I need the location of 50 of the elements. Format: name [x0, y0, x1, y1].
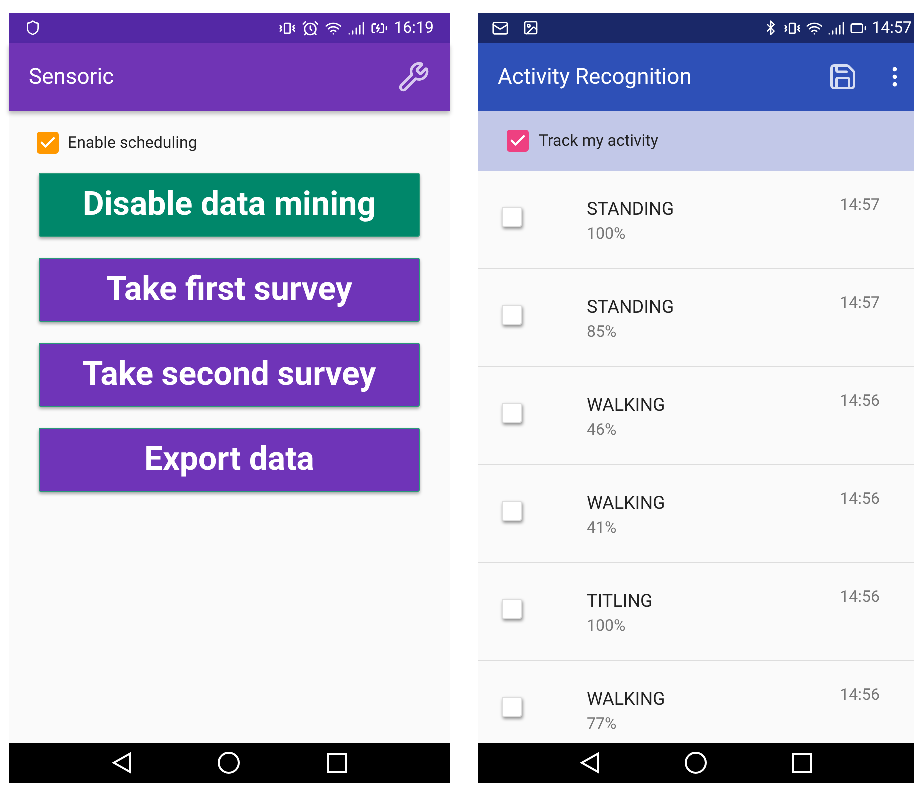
home-icon[interactable]	[684, 751, 708, 775]
activity-name: WALKING	[586, 689, 666, 711]
action-button[interactable]: Export data	[39, 428, 420, 492]
recents-icon[interactable]	[327, 753, 348, 773]
checkbox[interactable]	[502, 697, 522, 717]
signal-icon	[348, 20, 366, 36]
status-time: 16:19	[394, 17, 434, 39]
activity-name: WALKING	[586, 395, 666, 417]
activity-time: 14:57	[840, 194, 881, 216]
action-button[interactable]: Take first survey	[39, 258, 420, 322]
activity-name: WALKING	[586, 493, 666, 515]
checkbox[interactable]	[502, 305, 522, 325]
checkbox[interactable]	[37, 132, 59, 154]
wrench-icon[interactable]	[398, 61, 430, 93]
recents-icon[interactable]	[792, 753, 812, 773]
activity-confidence: 41%	[586, 517, 618, 539]
app-title: Sensoric	[29, 64, 114, 92]
shield-icon	[25, 20, 41, 36]
mail-icon	[492, 20, 509, 36]
alarm-icon	[302, 20, 320, 36]
action-button[interactable]: Disable data mining	[39, 173, 420, 237]
activity-confidence: 100%	[586, 223, 627, 245]
status-time: 14:57	[872, 17, 912, 39]
activity-confidence: 46%	[586, 419, 618, 441]
image-icon	[522, 20, 539, 36]
home-icon[interactable]	[217, 751, 242, 775]
action-button[interactable]: Take second survey	[39, 343, 420, 407]
activity-time: 14:56	[840, 390, 881, 412]
activity-time: 14:56	[840, 684, 881, 706]
checkbox[interactable]	[502, 599, 522, 619]
checkbox-label: Enable scheduling	[68, 132, 198, 154]
app-title: Activity Recognition	[498, 64, 692, 92]
back-icon[interactable]	[112, 752, 132, 774]
checkbox[interactable]	[502, 403, 522, 423]
signal-icon	[828, 20, 846, 36]
activity-time: 14:56	[840, 586, 881, 608]
checkbox[interactable]	[502, 207, 522, 227]
activity-confidence: 77%	[586, 713, 618, 735]
checkbox-label: Track my activity	[538, 130, 658, 152]
save-icon[interactable]	[828, 62, 858, 92]
activity-time: 14:56	[840, 488, 881, 510]
activity-name: TITLING	[586, 591, 654, 613]
activity-name: STANDING	[586, 199, 676, 221]
activity-confidence: 85%	[586, 321, 618, 343]
activity-time: 14:57	[840, 292, 881, 314]
back-icon[interactable]	[580, 752, 600, 774]
activity-name: STANDING	[586, 297, 676, 319]
checkbox[interactable]	[506, 130, 529, 152]
activity-confidence: 100%	[586, 615, 627, 637]
checkbox[interactable]	[502, 501, 522, 521]
